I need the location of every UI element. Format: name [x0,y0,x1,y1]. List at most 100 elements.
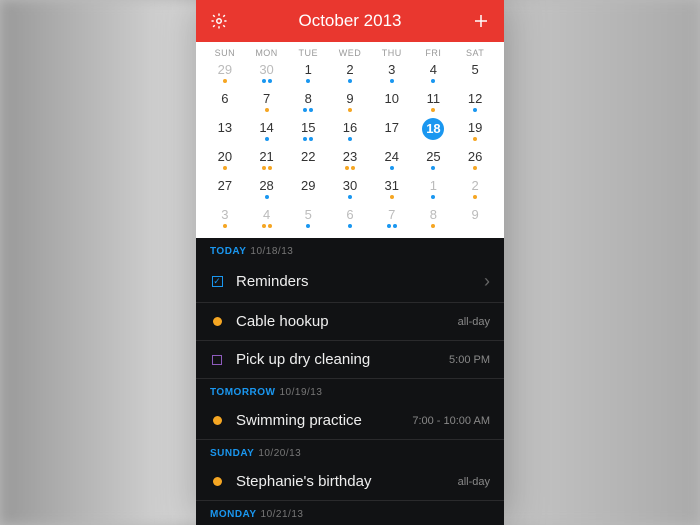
day-number: 22 [301,149,315,165]
day-number: 8 [430,207,437,223]
calendar-day[interactable]: 6 [329,205,371,234]
section-label: MONDAY [210,509,257,520]
day-number: 1 [430,178,437,194]
calendar-day[interactable]: 15 [287,118,329,147]
event-dots [303,137,313,142]
section-label: SUNDAY [210,448,254,459]
event-dots [431,108,435,113]
event-dots [306,224,310,229]
day-number: 3 [388,62,395,78]
event-dot [387,224,391,228]
event-dot [303,137,307,141]
calendar-day[interactable]: 9 [329,89,371,118]
day-number: 14 [259,120,273,136]
event-dot [268,224,272,228]
day-number: 6 [346,207,353,223]
weekday-label: WED [329,48,371,58]
calendar-day[interactable]: 4 [413,60,455,89]
event-dots [262,166,272,171]
calendar-day[interactable]: 8 [413,205,455,234]
calendar-day[interactable]: 17 [371,118,413,147]
event-time: 5:00 PM [449,354,490,366]
calendar-day[interactable]: 18 [413,118,455,147]
calendar-day[interactable]: 25 [413,147,455,176]
calendar-day[interactable]: 5 [454,60,496,89]
event-list: TODAY10/18/13✓Reminders›Cable hookupall-… [196,238,504,525]
calendar-day[interactable]: 2 [329,60,371,89]
calendar-day[interactable]: 6 [204,89,246,118]
event-dot [348,108,352,112]
event-dot [223,166,227,170]
calendar-day[interactable]: 28 [246,176,288,205]
day-number: 25 [426,149,440,165]
calendar-day[interactable]: 14 [246,118,288,147]
bullet-icon [210,414,224,428]
event-row[interactable]: Cable hookupall-day [196,303,504,341]
calendar-day[interactable]: 22 [287,147,329,176]
calendar-day[interactable]: 1 [287,60,329,89]
day-number: 1 [305,62,312,78]
event-title: Swimming practice [236,412,412,429]
event-row[interactable]: Swimming practice7:00 - 10:00 AM [196,402,504,440]
day-number: 30 [343,178,357,194]
calendar-day[interactable]: 16 [329,118,371,147]
day-number: 5 [472,62,479,78]
section-date: 10/21/13 [261,509,304,520]
calendar-day[interactable]: 3 [371,60,413,89]
day-number: 24 [384,149,398,165]
calendar-day[interactable]: 19 [454,118,496,147]
month-title[interactable]: October 2013 [228,11,472,31]
calendar-day[interactable]: 1 [413,176,455,205]
checkbox-checked-icon: ✓ [210,275,224,289]
calendar-day[interactable]: 3 [204,205,246,234]
day-number: 29 [218,62,232,78]
event-dots [473,137,477,142]
event-dots [265,108,269,113]
calendar-day[interactable]: 23 [329,147,371,176]
add-event-icon[interactable] [472,12,490,30]
event-dots [265,195,269,200]
calendar-day[interactable]: 24 [371,147,413,176]
event-dot [262,166,266,170]
calendar-day[interactable]: 7 [371,205,413,234]
event-dots [303,108,313,113]
calendar-day[interactable]: 7 [246,89,288,118]
calendar-day[interactable]: 21 [246,147,288,176]
calendar-day[interactable]: 29 [204,60,246,89]
event-dots [431,224,435,229]
event-time: 7:00 - 10:00 AM [412,415,490,427]
weekday-label: SUN [204,48,246,58]
calendar-day[interactable]: 13 [204,118,246,147]
event-dot [431,108,435,112]
event-dots [223,224,227,229]
event-dots [262,224,272,229]
calendar-day[interactable]: 27 [204,176,246,205]
settings-icon[interactable] [210,12,228,30]
calendar-day[interactable]: 30 [329,176,371,205]
event-dots [223,79,227,84]
calendar-day[interactable]: 26 [454,147,496,176]
event-row[interactable]: Pick up dry cleaning5:00 PM [196,341,504,379]
event-dot [309,108,313,112]
section-header: MONDAY 10/21/13 [196,501,504,524]
calendar-day[interactable]: 10 [371,89,413,118]
event-dot [345,166,349,170]
calendar-day[interactable]: 2 [454,176,496,205]
event-dot [348,79,352,83]
calendar-day[interactable]: 8 [287,89,329,118]
calendar-day[interactable]: 9 [454,205,496,234]
event-row[interactable]: Stephanie's birthdayall-day [196,463,504,501]
calendar-day[interactable]: 30 [246,60,288,89]
day-number: 4 [430,62,437,78]
calendar-day[interactable]: 4 [246,205,288,234]
calendar-day[interactable]: 11 [413,89,455,118]
calendar-day[interactable]: 31 [371,176,413,205]
calendar-day[interactable]: 5 [287,205,329,234]
day-number: 5 [305,207,312,223]
calendar-day[interactable]: 29 [287,176,329,205]
weekday-header: SUNMONTUEWEDTHUFRISAT [204,44,496,60]
event-row[interactable]: ✓Reminders› [196,261,504,303]
calendar-day[interactable]: 12 [454,89,496,118]
event-time: all-day [458,316,490,328]
calendar-day[interactable]: 20 [204,147,246,176]
